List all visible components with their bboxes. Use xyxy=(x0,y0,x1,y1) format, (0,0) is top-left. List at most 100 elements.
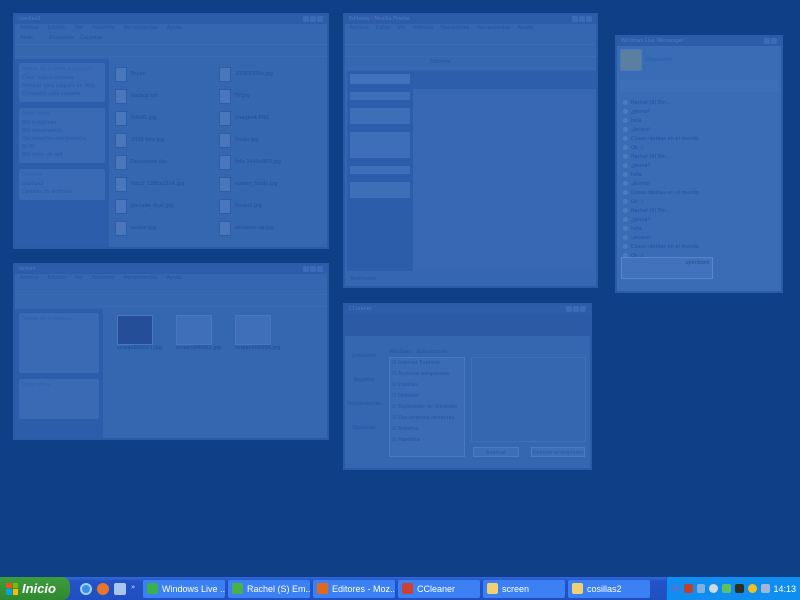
cleaner-option[interactable]: ☑ Explorador de Windows xyxy=(392,404,462,415)
minimize-button[interactable] xyxy=(303,16,309,22)
menu-item[interactable]: Herramientas xyxy=(124,275,158,282)
menu-ver[interactable]: Ver xyxy=(75,25,83,32)
menu-item[interactable]: Ayuda xyxy=(517,25,532,32)
address-bar[interactable] xyxy=(15,295,327,307)
firefox-icon[interactable] xyxy=(97,582,109,595)
address-bar[interactable] xyxy=(15,45,327,57)
title-bar[interactable]: Editores - Mozilla Firefox xyxy=(345,15,596,24)
place-link[interactable]: Mi PC xyxy=(22,144,102,150)
cleaner-option[interactable]: ☑ Cookies xyxy=(392,382,462,393)
contact-item[interactable]: ¿Jenna? xyxy=(623,215,775,224)
contact-item[interactable]: hola xyxy=(623,224,775,233)
file-item[interactable]: Document.doc xyxy=(115,153,211,171)
menu-archivo[interactable]: Archivo xyxy=(20,25,39,32)
start-button[interactable]: Inicio xyxy=(0,577,70,600)
contact-item[interactable]: Rachel (S) Em... xyxy=(623,98,775,107)
run-cleaner-button[interactable]: Ejecutar el limpiador xyxy=(531,447,585,457)
menu-item[interactable]: Ver xyxy=(75,275,83,282)
tray-app-icon[interactable] xyxy=(683,584,693,593)
bookmarks-toolbar[interactable] xyxy=(345,45,596,57)
contact-item[interactable]: ¡ánimo! xyxy=(623,233,775,242)
tray-app-icon[interactable] xyxy=(696,584,706,593)
menu-herramientas[interactable]: Herramientas xyxy=(124,25,158,32)
contact-item[interactable]: Cosas rápidas en el mundo xyxy=(623,242,775,251)
minimize-button[interactable] xyxy=(566,306,572,312)
place-link[interactable]: Mis imágenes xyxy=(22,120,102,126)
menu-item[interactable]: Editar xyxy=(376,25,391,32)
minimize-button[interactable] xyxy=(764,38,770,44)
tray-expand-icon[interactable] xyxy=(671,584,680,593)
navigation-toolbar[interactable] xyxy=(345,33,596,45)
title-bar[interactable]: screen xyxy=(15,265,327,274)
menu-item[interactable]: Ayuda xyxy=(167,275,182,282)
title-bar[interactable]: CCleaner xyxy=(345,305,590,314)
contact-item[interactable]: Rachel (S) Em... xyxy=(623,206,775,215)
file-item[interactable]: screen_fondo.jpg xyxy=(219,175,315,193)
file-item[interactable]: backup.txt xyxy=(115,87,211,105)
maximize-button[interactable] xyxy=(579,16,585,22)
contact-item[interactable]: Cosas rápidas en el mundo xyxy=(623,134,775,143)
file-item[interactable]: foto01.jpg xyxy=(115,109,211,127)
sidebar-block[interactable] xyxy=(350,108,410,124)
ccleaner-window[interactable]: CCleaner Limpiador Registro Herramientas… xyxy=(343,303,592,470)
taskbar-button[interactable]: Windows Live ... xyxy=(143,579,225,598)
contact-item[interactable]: Rachel (S) Em... xyxy=(623,152,775,161)
search-contacts-input[interactable] xyxy=(620,80,778,92)
menu-item[interactable]: Herramientas xyxy=(476,25,510,32)
tab-editores[interactable]: Editores xyxy=(430,59,450,65)
contact-item[interactable]: hola xyxy=(623,170,775,179)
status-selector[interactable]: Disponible xyxy=(646,49,672,73)
taskbar-button[interactable]: Rachel (S) Em... xyxy=(228,579,310,598)
task-link[interactable]: Compartir esta carpeta xyxy=(22,91,102,97)
cleaner-option[interactable]: ☑ Documentos recientes xyxy=(392,415,462,426)
menu-item[interactable]: Edición xyxy=(48,275,66,282)
title-bar[interactable]: cosillas2 xyxy=(15,15,327,24)
explorer-window-screen[interactable]: screen Archivo Edición Ver Favoritos Herrami… xyxy=(13,263,329,440)
sidebar-block[interactable] xyxy=(350,182,410,198)
maximize-button[interactable] xyxy=(573,306,579,312)
taskbar-button[interactable]: screen xyxy=(483,579,565,598)
file-item[interactable]: fondo.jpg xyxy=(219,131,315,149)
search-button[interactable]: Búsqueda xyxy=(49,35,74,41)
analyze-button[interactable]: Analizar xyxy=(473,447,519,457)
sidebar-block[interactable] xyxy=(350,74,410,84)
task-link[interactable]: Publicar esta carpeta en Web xyxy=(22,83,102,89)
file-item[interactable]: foto 1440x900.jpg xyxy=(219,153,315,171)
menu-ayuda[interactable]: Ayuda xyxy=(167,25,182,32)
sidebar-block[interactable] xyxy=(350,92,410,100)
contact-item[interactable]: hola xyxy=(623,116,775,125)
volume-icon[interactable] xyxy=(760,584,770,593)
contact-item[interactable]: Cosas rápidas en el mundo xyxy=(623,188,775,197)
menu-item[interactable]: Archivo xyxy=(20,275,39,282)
thumbnail-item[interactable]: screen000003.jpg xyxy=(235,315,280,351)
menu-item[interactable]: Favoritos xyxy=(92,275,115,282)
back-button[interactable]: Atrás xyxy=(20,35,33,41)
contact-item[interactable]: ¡ánimo! xyxy=(623,125,775,134)
thumbnail-item[interactable]: screen000001.jpg xyxy=(117,315,162,351)
sidebar-registro[interactable]: Registro xyxy=(347,363,381,387)
tray-app-icon[interactable] xyxy=(747,584,757,593)
cleaner-option[interactable]: ☑ Sistema xyxy=(392,426,462,437)
internet-explorer-icon[interactable] xyxy=(80,582,92,595)
file-item[interactable]: avatar.jpg xyxy=(115,219,211,237)
ad-banner[interactable]: openbank xyxy=(621,257,713,279)
file-item[interactable]: portada_final.jpg xyxy=(115,197,211,215)
menu-item[interactable]: Historial xyxy=(413,25,434,32)
sidebar-block[interactable] xyxy=(350,132,410,158)
menu-edicion[interactable]: Edición xyxy=(48,25,66,32)
maximize-button[interactable] xyxy=(310,266,316,272)
tab-windows[interactable]: Windows xyxy=(389,349,411,355)
toolbar[interactable] xyxy=(15,283,327,295)
title-bar[interactable]: Windows Live Messenger xyxy=(617,37,781,46)
avatar[interactable] xyxy=(620,49,642,71)
cleaner-option[interactable]: ☑ Archivos temporales xyxy=(392,371,462,382)
clock[interactable]: 14:13 xyxy=(774,584,797,594)
contact-item[interactable]: Ok :) xyxy=(623,143,775,152)
thumbnail-item[interactable]: screen000002.jpg xyxy=(176,315,221,351)
taskbar-button[interactable]: Editores - Moz... xyxy=(313,579,395,598)
menu-favoritos[interactable]: Favoritos xyxy=(92,25,115,32)
contact-item[interactable]: ¿Jenna? xyxy=(623,107,775,116)
sidebar-opciones[interactable]: Opciones xyxy=(347,411,381,435)
explorer-window-cosillas2[interactable]: cosillas2 Archivo Edición Ver Favoritos Herr… xyxy=(13,13,329,249)
close-button[interactable] xyxy=(580,306,586,312)
